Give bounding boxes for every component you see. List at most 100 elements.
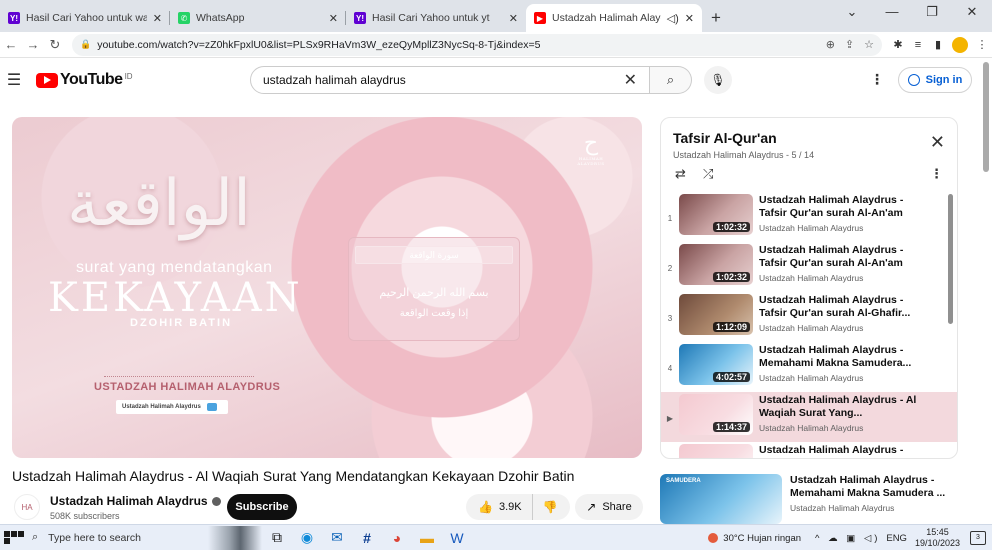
mail-icon[interactable]: ✉	[322, 525, 352, 551]
channel-avatar[interactable]: HA	[14, 494, 40, 520]
playlist-item-index: 3	[667, 314, 673, 323]
page-scrollbar[interactable]	[983, 62, 989, 172]
channel-name[interactable]: Ustadzah Halimah Alaydrus	[50, 494, 221, 508]
reading-list-icon[interactable]: ≡	[908, 39, 928, 51]
forward-icon[interactable]: →	[22, 37, 44, 52]
url-text: youtube.com/watch?v=zZ0hkFpxlU0&list=PLS…	[97, 38, 541, 51]
clear-search-icon[interactable]: ✕	[624, 70, 637, 90]
yahoo-icon: Y!	[8, 12, 20, 24]
recommended-title[interactable]: Ustadzah Halimah Alaydrus - Memahami Mak…	[790, 474, 960, 500]
close-tab-icon[interactable]: ✕	[153, 12, 162, 25]
playlist-item[interactable]: 4 4:02:57 Ustadzah Halimah Alaydrus - Mema…	[661, 342, 957, 392]
profile-avatar[interactable]	[952, 36, 968, 53]
sign-in-button[interactable]: Sign in	[898, 67, 972, 93]
chrome-icon[interactable]: ◕	[382, 525, 412, 551]
thumbs-up-icon: 👍	[478, 500, 493, 514]
playlist-item-channel: Ustadzah Halimah Alaydrus	[759, 423, 864, 433]
close-icon[interactable]: ✕	[930, 132, 945, 153]
address-bar[interactable]: 🔒 youtube.com/watch?v=zZ0hkFpxlU0&list=P…	[72, 33, 882, 56]
menu-icon[interactable]: ☰	[0, 70, 28, 90]
playlist-item-title[interactable]: Ustadzah Halimah Alaydrus - Al Waqiah Su…	[759, 394, 919, 420]
playlist-item-title[interactable]: Ustadzah Halimah Alaydrus -	[759, 444, 919, 457]
surah-panel: سورة الواقعة بسم الله الرحمن الرحيم إذا …	[348, 237, 520, 341]
playlist-item-index: 4	[667, 364, 673, 373]
playlist-item-title[interactable]: Ustadzah Halimah Alaydrus - Tafsir Qur'a…	[759, 244, 919, 270]
tab-search-icon[interactable]: ⌄	[832, 4, 872, 20]
playlist-title[interactable]: Tafsir Al-Qur'an	[673, 130, 777, 146]
playlist-items: 1 1:02:32 Ustadzah Halimah Alaydrus - Tafs…	[661, 192, 957, 458]
new-tab-icon[interactable]: +	[702, 4, 730, 32]
playlist-item-title[interactable]: Ustadzah Halimah Alaydrus - Tafsir Qur'a…	[759, 194, 919, 220]
shuffle-icon[interactable]: ⤮	[703, 166, 713, 182]
taskbar-widget-image[interactable]	[208, 525, 262, 550]
youtube-icon: ▶	[534, 12, 546, 24]
extension-icon[interactable]: ✱	[888, 38, 908, 51]
playlist-thumbnail[interactable]: 1:02:32	[679, 194, 753, 235]
tray-icons[interactable]: ^ ☁ ▣ ◁)	[815, 533, 880, 544]
playlist-scrollbar[interactable]	[948, 194, 953, 324]
browser-tab[interactable]: Y! Hasil Cari Yahoo untuk wa web ✕	[0, 4, 170, 32]
recommended-thumbnail[interactable]: SAMUDERA	[660, 474, 782, 524]
back-icon[interactable]: ←	[0, 37, 22, 52]
windows-taskbar: ⌕ Type here to search ⧉ ◉ ✉ # ◕ ▬ W 30°C …	[0, 524, 992, 550]
browser-tab[interactable]: ▶ Ustadzah Halimah Alaydru ◁) ✕	[526, 4, 702, 32]
windows-start-icon[interactable]	[4, 531, 26, 544]
playlist-item[interactable]: Ustadzah Halimah Alaydrus -	[661, 442, 957, 458]
language-indicator[interactable]: ENG	[886, 533, 907, 544]
audio-playing-icon[interactable]: ◁)	[667, 12, 679, 25]
playlist-item-channel: Ustadzah Halimah Alaydrus	[759, 273, 864, 283]
like-button[interactable]: 👍 3.9K	[466, 494, 533, 520]
recommended-video[interactable]: SAMUDERA Ustadzah Halimah Alaydrus - Mem…	[660, 474, 960, 524]
restore-icon[interactable]: ❐	[912, 4, 952, 20]
word-icon[interactable]: W	[442, 525, 472, 551]
video-player[interactable]: الواقعة surat yang mendatangkan KEKAYAAN…	[12, 117, 642, 458]
file-explorer-icon[interactable]: ▬	[412, 525, 442, 551]
minimize-icon[interactable]: —	[872, 4, 912, 20]
sign-in-label: Sign in	[925, 74, 963, 86]
playlist-thumbnail[interactable]	[679, 444, 753, 458]
close-tab-icon[interactable]: ✕	[685, 12, 694, 25]
settings-more-icon[interactable]: ⋮	[870, 71, 884, 88]
notes-app-icon[interactable]: #	[352, 525, 382, 551]
search-button[interactable]: ⌕	[650, 66, 692, 94]
playlist-thumbnail[interactable]: 1:02:32	[679, 244, 753, 285]
close-window-icon[interactable]: ✕	[952, 4, 992, 20]
bookmark-star-icon[interactable]: ☆	[864, 38, 874, 51]
share-button[interactable]: ↗ Share	[575, 494, 643, 520]
playlist-item[interactable]: 1 1:02:32 Ustadzah Halimah Alaydrus - Tafs…	[661, 192, 957, 242]
share-page-icon[interactable]: ⇪	[845, 38, 854, 51]
video-badge: Ustadzah Halimah Alaydrus	[116, 400, 228, 414]
playlist-thumbnail[interactable]: 4:02:57	[679, 344, 753, 385]
playlist-thumbnail[interactable]: 1:12:09	[679, 294, 753, 335]
close-tab-icon[interactable]: ✕	[509, 12, 518, 25]
playlist-item[interactable]: 3 1:12:09 Ustadzah Halimah Alaydrus - Tafs…	[661, 292, 957, 342]
playlist-item[interactable]: 2 1:02:32 Ustadzah Halimah Alaydrus - Tafs…	[661, 242, 957, 292]
notification-icon[interactable]: 3	[970, 531, 986, 545]
dislike-button[interactable]: 👎	[533, 500, 570, 514]
video-duration: 1:02:32	[712, 222, 750, 232]
browser-tab[interactable]: ✆ WhatsApp ✕	[170, 4, 346, 32]
close-tab-icon[interactable]: ✕	[329, 12, 338, 25]
playlist-thumbnail[interactable]: 1:14:37	[679, 394, 753, 435]
install-icon[interactable]: ⊕	[826, 38, 835, 51]
clock[interactable]: 15:45 19/10/2023	[915, 527, 960, 549]
playlist-item-title[interactable]: Ustadzah Halimah Alaydrus - Tafsir Qur'a…	[759, 294, 919, 320]
subscribe-button[interactable]: Subscribe	[227, 494, 297, 520]
playlist-item-title[interactable]: Ustadzah Halimah Alaydrus - Memahami Mak…	[759, 344, 919, 370]
edge-icon[interactable]: ◉	[292, 525, 322, 551]
weather-widget[interactable]: 30°C Hujan ringan	[708, 533, 801, 544]
taskbar-search[interactable]: ⌕ Type here to search	[32, 527, 182, 549]
side-panel-icon[interactable]: ▮	[928, 38, 948, 51]
loop-icon[interactable]: ⇄	[675, 166, 686, 182]
browser-tab[interactable]: Y! Hasil Cari Yahoo untuk yt ✕	[346, 4, 526, 32]
surah-band: سورة الواقعة	[355, 246, 513, 264]
search-input[interactable]: ustadzah halimah alaydrus ✕	[250, 66, 650, 94]
lock-icon: 🔒	[80, 39, 92, 49]
reload-icon[interactable]: ↻	[44, 37, 66, 53]
voice-search-button[interactable]: 🎙	[704, 66, 732, 94]
more-options-icon[interactable]: ⋮	[930, 166, 943, 182]
browser-menu-icon[interactable]: ⋮	[972, 38, 992, 51]
playlist-item[interactable]: ▶ 1:14:37 Ustadzah Halimah Alaydrus - Al W…	[661, 392, 957, 442]
task-view-icon[interactable]: ⧉	[262, 525, 292, 551]
youtube-logo[interactable]: YouTube ID	[36, 71, 133, 89]
